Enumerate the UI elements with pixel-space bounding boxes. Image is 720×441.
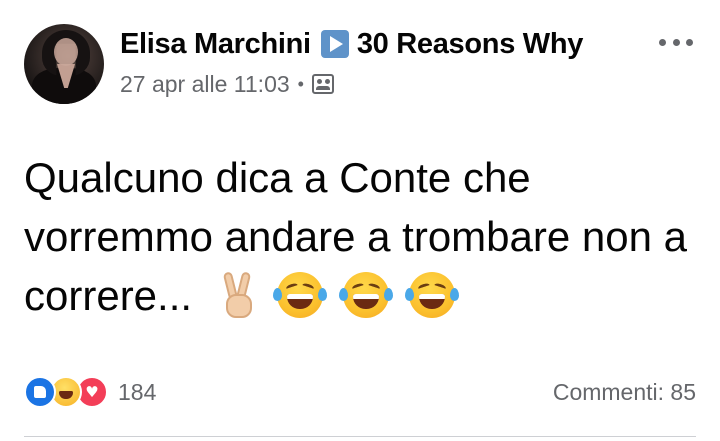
reactions-summary[interactable]: ♥ 184 [24,376,156,408]
reaction-count: 184 [118,378,157,405]
post-footer: ♥ 184 Commenti: 85 [24,373,696,413]
victory-hand-icon [220,271,258,318]
friends-privacy-icon[interactable] [311,74,334,94]
author-name-link[interactable]: Elisa Marchini [120,28,311,61]
more-options-icon[interactable] [656,30,696,54]
post-meta: 27 apr alle 11:03 • [120,70,334,98]
comments-count-link[interactable]: Commenti: 85 [553,379,696,406]
author-avatar[interactable] [24,24,104,104]
rolling-laughing-icon [273,272,328,318]
rolling-laughing-icon [339,272,394,318]
post-body: Qualcuno dica a Conte che vorremmo andar… [24,148,696,325]
post-header: Elisa Marchini 30 Reasons Why 27 apr all… [24,24,696,104]
rolling-laughing-icon [404,272,459,318]
like-icon [24,376,56,408]
shared-to-arrow-icon [320,30,349,58]
post-title-line: Elisa Marchini 30 Reasons Why [120,26,583,62]
post-timestamp-link[interactable]: 27 apr alle 11:03 [120,71,290,98]
meta-separator: • [297,73,304,94]
footer-divider [24,436,696,437]
shared-page-link[interactable]: 30 Reasons Why [357,28,584,61]
